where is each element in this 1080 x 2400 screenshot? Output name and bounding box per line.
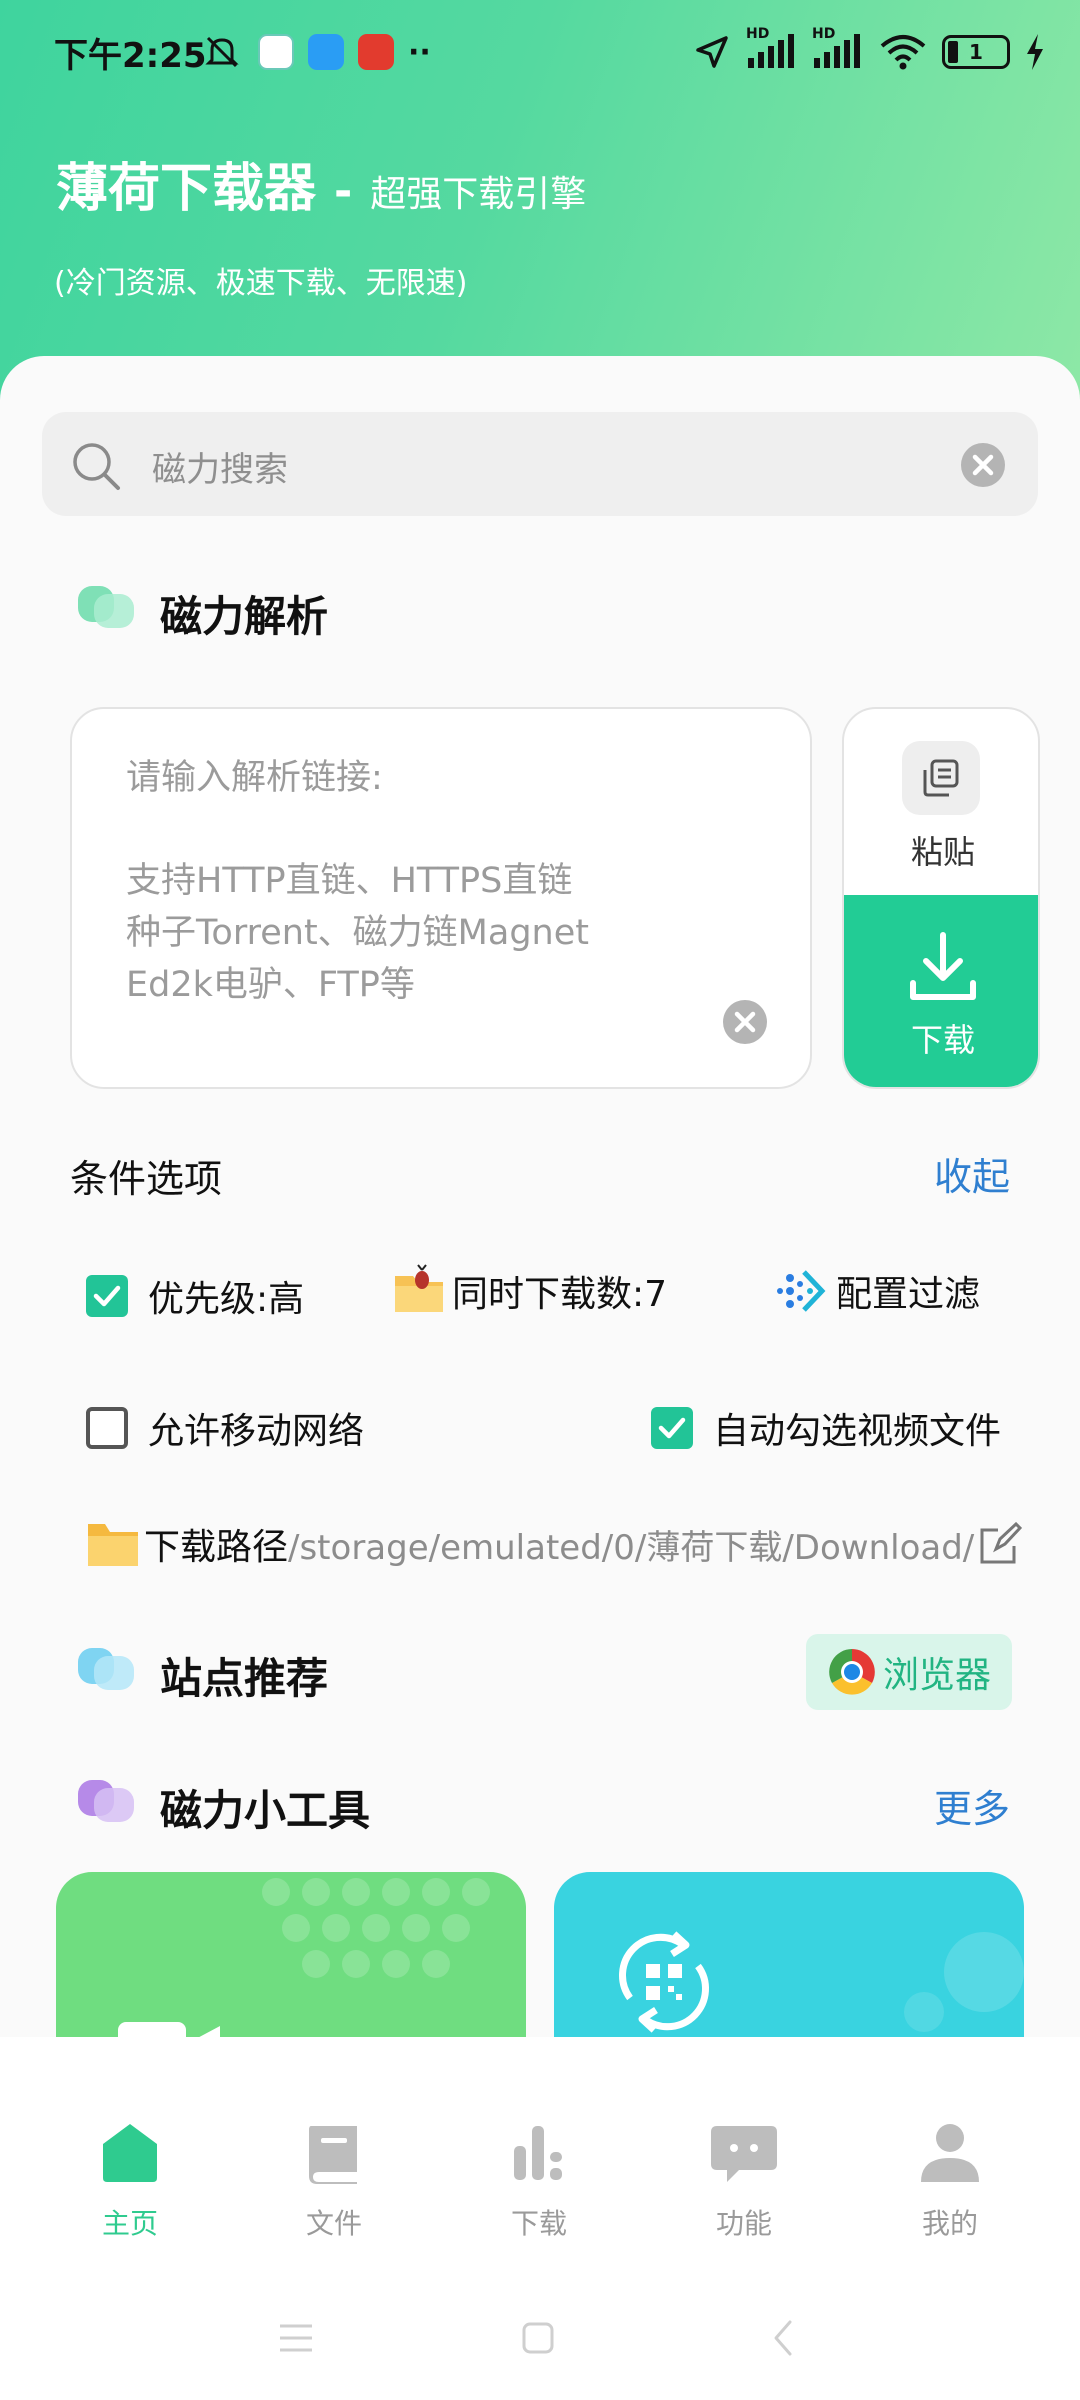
home-icon <box>103 2124 157 2182</box>
parse-section-icon <box>78 586 134 628</box>
wifi-icon <box>880 35 926 70</box>
folder-bug-icon <box>395 1264 443 1312</box>
auto-select-option[interactable]: 自动勾选视频文件 <box>651 1402 1001 1454</box>
app-notify-icon-2 <box>308 34 344 70</box>
back-nav-icon[interactable] <box>768 2318 798 2358</box>
sites-section-icon <box>78 1648 134 1690</box>
auto-select-label: 自动勾选视频文件 <box>713 1411 1002 1452</box>
sites-section-title: 站点推荐 <box>160 1654 329 1703</box>
chat-icon <box>711 2126 777 2182</box>
download-path-row[interactable]: 下载路径 /storage/emulated/0/薄荷下载/Download/ <box>86 1518 1023 1570</box>
link-input-label: 请输入解析链接: <box>126 758 383 798</box>
hint-line: 支持HTTP直链、HTTPS直链 <box>126 861 573 901</box>
title-dash: - <box>334 166 353 217</box>
location-icon <box>696 36 728 68</box>
tab-files[interactable]: 文件 <box>264 2120 404 2242</box>
tab-label: 我的 <box>921 2207 978 2240</box>
hint-line: 种子Torrent、磁力链Magnet <box>126 913 589 953</box>
charging-icon <box>1027 34 1043 70</box>
search-icon <box>73 443 120 490</box>
home-nav-icon[interactable] <box>520 2320 556 2356</box>
app-notify-icon-3 <box>358 34 394 70</box>
clear-search-icon[interactable] <box>960 442 1006 488</box>
book-icon <box>309 2126 357 2184</box>
paste-label: 粘贴 <box>910 833 975 871</box>
tab-features[interactable]: 功能 <box>674 2120 814 2242</box>
concurrent-label: 同时下载数:7 <box>452 1274 668 1315</box>
qr-convert-icon <box>619 1931 709 2033</box>
priority-option[interactable]: 优先级:高 <box>86 1270 304 1322</box>
action-panel: 粘贴 下载 <box>842 707 1040 1089</box>
tab-label: 文件 <box>305 2207 362 2240</box>
priority-label: 优先级:高 <box>148 1279 305 1320</box>
tab-label: 下载 <box>510 2207 567 2240</box>
signal-icon-2: HD <box>812 26 864 72</box>
concurrent-option[interactable]: 同时下载数:7 <box>392 1264 667 1318</box>
app-title-row: 薄荷下载器 - 超强下载引擎 <box>56 146 586 221</box>
status-left-icons: ·· <box>200 24 431 80</box>
status-time: 下午2:25 <box>54 36 207 76</box>
tab-home[interactable]: 主页 <box>60 2120 200 2242</box>
signal-icon-1: HD <box>746 26 798 72</box>
bar-chart-icon <box>514 2126 562 2180</box>
download-button[interactable]: 下载 <box>844 895 1038 1087</box>
hint-line: Ed2k电驴、FTP等 <box>126 965 415 1005</box>
search-bar[interactable]: 磁力搜索 <box>42 412 1038 516</box>
edit-icon[interactable] <box>978 1522 1023 1566</box>
browser-button[interactable]: 浏览器 <box>806 1634 1012 1710</box>
mute-bell-icon <box>205 36 239 68</box>
download-label: 下载 <box>910 1021 975 1059</box>
tab-profile[interactable]: 我的 <box>880 2120 1020 2242</box>
battery-icon: 1 <box>942 35 1010 69</box>
filter-icon <box>777 1270 826 1312</box>
auto-select-checkbox[interactable] <box>651 1407 693 1449</box>
allow-mobile-option[interactable]: 允许移动网络 <box>86 1402 364 1454</box>
menu-nav-icon[interactable] <box>276 2320 316 2356</box>
tools-more-link[interactable]: 更多 <box>934 1778 1010 1833</box>
link-input-hint: 支持HTTP直链、HTTPS直链 种子Torrent、磁力链Magnet Ed2… <box>126 855 589 1011</box>
app-notify-icon-1 <box>258 34 294 70</box>
paste-button[interactable]: 粘贴 <box>844 709 1038 897</box>
tab-label: 功能 <box>715 2207 772 2240</box>
bubble-pattern <box>904 1932 1024 2032</box>
link-input-field[interactable]: 请输入解析链接: 支持HTTP直链、HTTPS直链 种子Torrent、磁力链M… <box>70 707 812 1089</box>
tools-section-icon <box>78 1780 134 1822</box>
filter-label: 配置过滤 <box>836 1274 981 1315</box>
tab-label: 主页 <box>101 2207 158 2240</box>
options-title: 条件选项 <box>70 1157 223 1201</box>
priority-checkbox[interactable] <box>86 1275 128 1317</box>
search-input[interactable]: 磁力搜索 <box>152 442 288 491</box>
chrome-icon <box>829 1649 875 1695</box>
app-subtitle: (冷门资源、极速下载、无限速) <box>54 266 468 301</box>
download-icon <box>910 932 976 1000</box>
app-title: 薄荷下载器 <box>56 159 317 219</box>
tab-downloads[interactable]: 下载 <box>469 2120 609 2242</box>
status-right-icons: HD HD 1 <box>692 24 1046 80</box>
parse-section-title: 磁力解析 <box>160 592 329 641</box>
download-path-label: 下载路径 <box>144 1527 289 1568</box>
paste-icon <box>902 741 980 815</box>
download-path-value: /storage/emulated/0/薄荷下载/Download/ <box>288 1527 975 1568</box>
status-more: ·· <box>408 34 431 70</box>
app-tagline: 超强下载引擎 <box>370 174 587 215</box>
filter-option[interactable]: 配置过滤 <box>776 1264 980 1318</box>
browser-button-label: 浏览器 <box>882 1655 991 1696</box>
clear-input-icon[interactable] <box>722 999 768 1045</box>
allow-mobile-label: 允许移动网络 <box>148 1411 365 1452</box>
collapse-link[interactable]: 收起 <box>934 1146 1010 1201</box>
folder-icon <box>88 1524 138 1566</box>
user-icon <box>921 2124 979 2182</box>
tools-section-title: 磁力小工具 <box>160 1786 371 1835</box>
allow-mobile-checkbox[interactable] <box>86 1407 128 1449</box>
